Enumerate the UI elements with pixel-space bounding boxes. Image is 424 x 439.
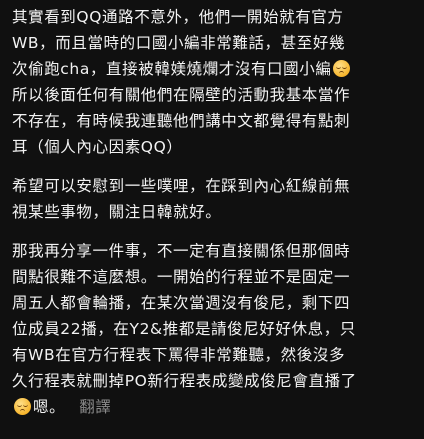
text-line: 位成員22播，在Y2&推都是請俊尼好好休息，只 xyxy=(12,320,356,338)
post-body: 其實看到QQ通路不意外，他們一開始就有官方 WB，而且當時的口國小編非常難話，甚… xyxy=(12,4,422,433)
paragraph-1: 其實看到QQ通路不意外，他們一開始就有官方 WB，而且當時的口國小編非常難話，甚… xyxy=(12,4,422,160)
text-line: 所以後面任何有關他們在隔壁的活動我基本當作 xyxy=(12,86,351,104)
text-line-with-emoji: 嗯。 翻譯 xyxy=(12,394,422,420)
text-line: WB，而且當時的口國小編非常難話，甚至好幾 xyxy=(12,34,346,52)
text-line: 其實看到QQ通路不意外，他們一開始就有官方 xyxy=(12,8,344,26)
text-line: 周五人都會輪播，在某次當週沒有俊尼，剩下四 xyxy=(12,294,351,312)
text-line: 間點很難不這麼想。一開始的行程並不是固定一 xyxy=(12,268,351,286)
text-segment: 嗯。 xyxy=(33,398,66,416)
text-segment: 次偷跑cha，直接被韓媄燒爛才沒有口國小編 xyxy=(12,60,332,78)
text-line: 久行程表就刪掉PO新行程表成變成俊尼會直播了 xyxy=(12,372,357,390)
pensive-face-emoji-icon xyxy=(14,398,31,415)
pensive-face-emoji-icon xyxy=(333,60,351,77)
text-line: 視某些事物，關注日韓就好。 xyxy=(12,203,222,221)
paragraph-3: 那我再分享一件事，不一定有直接關係但那個時 間點很難不這麼想。一開始的行程並不是… xyxy=(12,238,422,420)
translate-link[interactable]: 翻譯 xyxy=(79,398,111,416)
text-line: 不存在，有時候我連聽他們講中文都覺得有點刺 xyxy=(12,112,351,130)
text-line-with-emoji: 次偷跑cha，直接被韓媄燒爛才沒有口國小編 xyxy=(12,56,422,82)
text-line: 那我再分享一件事，不一定有直接關係但那個時 xyxy=(12,242,351,260)
text-line: 有WB在官方行程表下罵得非常難聽，然後沒多 xyxy=(12,346,346,364)
paragraph-2: 希望可以安慰到一些噗哩，在踩到內心紅線前無 視某些事物，關注日韓就好。 xyxy=(12,173,422,225)
text-line: 希望可以安慰到一些噗哩，在踩到內心紅線前無 xyxy=(12,177,351,195)
text-line: 耳（個人內心因素QQ） xyxy=(12,138,183,156)
